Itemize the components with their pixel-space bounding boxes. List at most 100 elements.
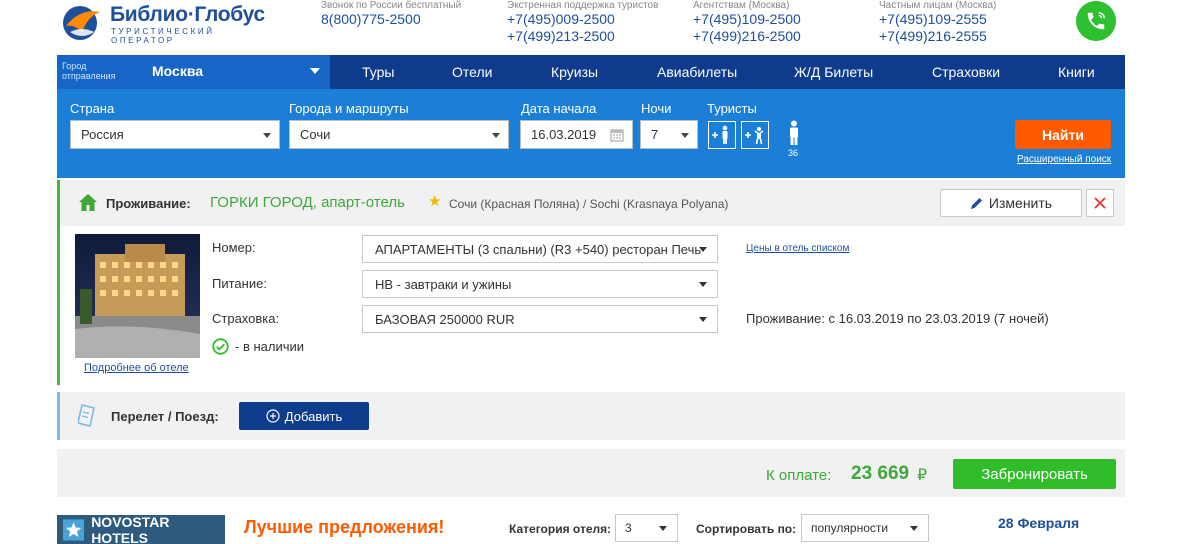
insurance-select[interactable]: БАЗОВАЯ 250000 RUR xyxy=(362,305,718,333)
phone-block-agencies: Агентствам (Москва) +7(495)109-2500 +7(4… xyxy=(693,0,801,45)
company-logo[interactable]: Библио·Глобус ТУРИСТИЧЕСКИЙ ОПЕРАТОР xyxy=(60,0,280,48)
hotel-location: Сочи (Красная Поляна) / Sochi (Krasnaya … xyxy=(449,197,729,211)
hotel-photo-image xyxy=(75,234,200,358)
phone-label: Частным лицам (Москва) xyxy=(879,0,997,11)
sort-value: популярности xyxy=(811,521,889,535)
availability-text: - в наличии xyxy=(235,339,305,354)
country-value: Россия xyxy=(81,127,124,142)
nights-label: Ночи xyxy=(641,101,672,116)
category-value: 3 xyxy=(625,521,632,535)
calendar-icon xyxy=(610,129,624,142)
call-button[interactable] xyxy=(1076,1,1116,41)
nav-item-insurance[interactable]: Страховки xyxy=(932,64,1000,80)
cities-select[interactable]: Сочи xyxy=(289,120,509,149)
hotel-name[interactable]: ГОРКИ ГОРОД, апарт-отель xyxy=(210,194,405,211)
sort-select[interactable]: популярности xyxy=(801,514,929,542)
nav-item-trains[interactable]: Ж/Д Билеты xyxy=(794,64,873,80)
hotel-photo[interactable] xyxy=(75,234,200,358)
chevron-down-icon xyxy=(492,133,500,138)
tourists-label: Туристы xyxy=(707,101,757,116)
room-select[interactable]: АПАРТАМЕНТЫ (3 спальни) (R3 +540) рестор… xyxy=(362,235,718,263)
add-adult-icon xyxy=(712,125,728,144)
total-label: К оплате: xyxy=(766,467,832,484)
prices-list-link[interactable]: Цены в отель списком xyxy=(746,243,849,254)
category-label: Категория отеля: xyxy=(509,522,612,536)
chevron-down-icon xyxy=(659,526,667,531)
chevron-down-icon xyxy=(910,526,918,531)
phone-label: Экстренная поддержка туристов xyxy=(507,0,659,11)
country-select[interactable]: Россия xyxy=(70,120,280,149)
remove-accommodation-button[interactable] xyxy=(1086,189,1114,217)
phone-number[interactable]: +7(495)109-2555 xyxy=(879,11,996,28)
nav-item-hotels[interactable]: Отели xyxy=(452,64,492,80)
offer-date: 28 Февраля xyxy=(998,515,1080,531)
sort-label: Сортировать по: xyxy=(696,522,797,536)
meal-label: Питание: xyxy=(212,276,267,291)
novostar-label: NOVOSTAR HOTELS xyxy=(91,513,170,544)
add-adult-button[interactable] xyxy=(708,121,736,149)
nav-item-books[interactable]: Книги xyxy=(1058,64,1095,80)
add-flight-button[interactable]: Добавить xyxy=(239,402,369,430)
book-button[interactable]: Забронировать xyxy=(953,459,1116,489)
advanced-search-link[interactable]: Расширенный поиск xyxy=(1017,154,1111,165)
person-icon xyxy=(790,120,798,145)
stay-period: Проживание: с 16.03.2019 по 23.03.2019 (… xyxy=(746,311,1049,326)
novostar-banner[interactable]: NOVOSTAR HOTELS xyxy=(57,513,225,544)
star-logo-icon xyxy=(63,518,85,541)
chevron-down-icon xyxy=(263,133,271,138)
phone-label: Агентствам (Москва) xyxy=(693,0,790,11)
page: Библио·Глобус ТУРИСТИЧЕСКИЙ ОПЕРАТОР Зво… xyxy=(0,0,1200,544)
room-label: Номер: xyxy=(212,240,256,255)
chevron-down-icon xyxy=(699,317,707,322)
accommodation-section: Проживание: ГОРКИ ГОРОД, апарт-отель ★ С… xyxy=(57,180,1125,385)
phone-number[interactable]: +7(495)009-2500 xyxy=(507,11,658,28)
close-icon xyxy=(1094,197,1106,209)
category-select[interactable]: 3 xyxy=(615,514,678,542)
nav-item-tours[interactable]: Туры xyxy=(362,64,394,80)
insurance-value: БАЗОВАЯ 250000 RUR xyxy=(375,312,515,327)
tourist-age: 36 xyxy=(788,148,799,158)
flight-section: Перелет / Поезд: Добавить xyxy=(57,392,1125,440)
total-bar: К оплате: 23 669 ₽ Забронировать xyxy=(57,449,1125,497)
add-flight-label: Добавить xyxy=(284,408,343,424)
change-hotel-button[interactable]: Изменить xyxy=(940,189,1082,217)
phone-number[interactable]: 8(800)775-2500 xyxy=(321,11,461,28)
departure-city-select[interactable]: Город отправления Москва xyxy=(57,55,330,89)
nav-item-cruises[interactable]: Круизы xyxy=(551,64,598,80)
start-date-value: 16.03.2019 xyxy=(531,127,597,142)
nav-item-flights[interactable]: Авиабилеты xyxy=(657,64,737,80)
phone-block-private: Частным лицам (Москва) +7(495)109-2555 +… xyxy=(879,0,996,45)
phone-number[interactable]: +7(499)216-2500 xyxy=(693,28,801,45)
pencil-icon xyxy=(970,197,982,209)
add-child-icon xyxy=(745,127,764,145)
start-date-label: Дата начала xyxy=(521,101,597,116)
meal-value: HB - завтраки и ужины xyxy=(375,277,512,292)
phone-block-russia: Звонок по России бесплатный 8(800)775-25… xyxy=(321,0,461,28)
globe-logo-icon xyxy=(63,6,100,40)
find-button[interactable]: Найти xyxy=(1015,120,1111,149)
ticket-icon xyxy=(78,404,95,427)
phone-block-support: Экстренная поддержка туристов +7(495)009… xyxy=(507,0,658,45)
chevron-down-icon xyxy=(699,247,707,252)
nights-select[interactable]: 7 xyxy=(640,120,698,149)
cities-value: Сочи xyxy=(300,127,331,142)
phone-icon xyxy=(1087,12,1105,30)
check-circle-icon xyxy=(212,338,229,355)
flight-title: Перелет / Поезд: xyxy=(111,409,219,424)
phone-label: Звонок по России бесплатный xyxy=(321,0,462,11)
chevron-down-icon xyxy=(310,68,320,74)
add-child-button[interactable] xyxy=(741,121,769,149)
start-date-input[interactable]: 16.03.2019 xyxy=(520,120,633,149)
phone-number[interactable]: +7(499)213-2500 xyxy=(507,28,658,45)
phone-number[interactable]: +7(499)216-2555 xyxy=(879,28,996,45)
main-nav: Город отправления Москва Туры Отели Круи… xyxy=(57,55,1125,89)
tourist-adult[interactable]: 36 xyxy=(784,120,804,160)
change-hotel-label: Изменить xyxy=(988,195,1053,211)
meal-select[interactable]: HB - завтраки и ужины xyxy=(362,270,718,298)
phone-number[interactable]: +7(495)109-2500 xyxy=(693,11,801,28)
accommodation-header: Проживание: ГОРКИ ГОРОД, апарт-отель ★ С… xyxy=(60,180,1125,226)
hotel-details-link[interactable]: Подробнее об отеле xyxy=(84,362,189,374)
star-icon: ★ xyxy=(428,193,442,210)
departure-city-label: Город отправления xyxy=(62,61,116,81)
plus-circle-icon xyxy=(266,409,280,423)
